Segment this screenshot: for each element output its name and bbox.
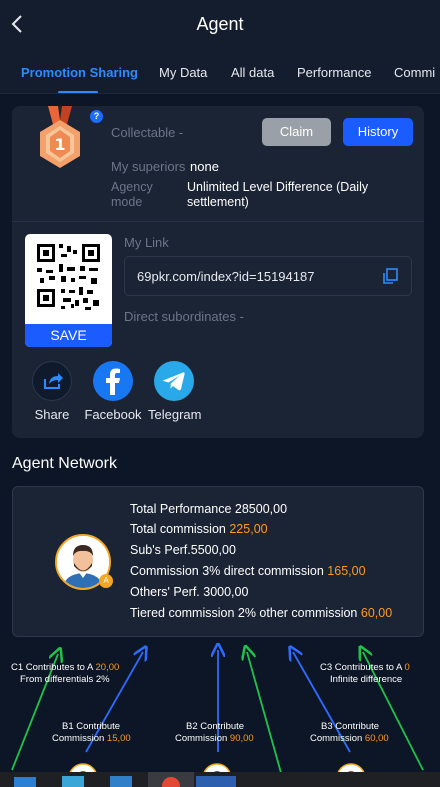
divider [12, 221, 424, 222]
direct-commission-value: 165,00 [327, 564, 366, 578]
history-button[interactable]: History [343, 118, 413, 146]
active-tab-indicator [58, 91, 98, 93]
agency-mode-value-2: settlement) [187, 195, 249, 209]
superiors-label: My superiors [111, 159, 186, 174]
taskbar-icons [14, 772, 236, 787]
b3-contribution-line1: B3 Contribute [321, 721, 380, 732]
direct-subordinates-label: Direct subordinates - [124, 309, 244, 324]
telegram-label: Telegram [148, 407, 202, 422]
qr-code-icon [37, 244, 100, 310]
share-icon [32, 361, 72, 401]
help-icon[interactable]: ? [90, 110, 103, 123]
save-qr-button[interactable]: SAVE [25, 324, 112, 347]
c1-contribution-line1: C1 Contributes to A 20,00 [11, 662, 120, 673]
total-commission: Total commission 225,00 [130, 522, 268, 536]
agent-network-title: Agent Network [12, 455, 117, 472]
tab-performance[interactable]: Performance [297, 65, 371, 80]
total-performance: Total Performance 28500,00 [130, 502, 288, 516]
tiered-commission-value: 60,00 [360, 606, 393, 620]
agency-mode-label-2: mode [111, 195, 143, 209]
avatar-badge: A [99, 574, 113, 588]
facebook-icon [93, 361, 133, 401]
superiors-value: none [190, 159, 219, 174]
qr-code-card: SAVE [25, 234, 112, 347]
copy-icon[interactable] [381, 267, 399, 285]
app-header: Agent [0, 0, 440, 48]
direct-commission: Commission 3% direct commission 165,00 [130, 564, 366, 578]
os-taskbar [0, 772, 440, 787]
facebook-button[interactable]: Facebook [84, 361, 142, 422]
tab-bar: Promotion Sharing My Data All data Perfo… [0, 48, 440, 94]
c3-contribution-line2: Infinite difference [330, 674, 403, 685]
telegram-icon [154, 361, 194, 401]
telegram-button[interactable]: Telegram [148, 361, 202, 422]
b1-contribution-line2: Commission 15,00 [52, 733, 131, 744]
tab-promotion-sharing[interactable]: Promotion Sharing [21, 65, 138, 80]
b1-contribution-line1: B1 Contribute [62, 721, 121, 732]
others-performance: Others' Perf. 3000,00 [130, 585, 249, 599]
b3-contribution-line2: Commission 60,00 [310, 733, 389, 744]
promotion-card: 1 ? Collectable - Claim History My super… [12, 106, 424, 438]
rank-level: 1 [54, 135, 65, 154]
b2-contribution-line2: Commission 90,00 [175, 733, 254, 744]
page-title: Agent [196, 14, 244, 34]
tab-all-data[interactable]: All data [231, 65, 274, 80]
share-button[interactable]: Share [32, 361, 72, 422]
c1-contribution-line2: From differentials 2% [20, 674, 110, 685]
c3-contribution-line1: C3 Contributes to A 0 [320, 662, 410, 673]
tiered-commission: Tiered commission 2% other commission 60… [130, 606, 393, 620]
link-url: 69pkr.com/index?id=15194187 [137, 269, 315, 284]
claim-button[interactable]: Claim [262, 118, 331, 146]
agency-mode-value-1: Unlimited Level Difference (Daily [187, 180, 369, 194]
total-commission-value: 225,00 [229, 522, 268, 536]
collectable-label: Collectable - [111, 125, 184, 140]
arrow-c2 [247, 652, 286, 787]
network-diagram: C1 Contributes to A 20,00 From different… [0, 640, 440, 787]
facebook-label: Facebook [84, 407, 142, 422]
tab-commission[interactable]: Commi [394, 65, 435, 80]
agent-network-card: A Total Performance 28500,00 Total commi… [12, 486, 424, 637]
rank-medal-icon: 1 [40, 106, 80, 168]
link-field[interactable]: 69pkr.com/index?id=15194187 [124, 256, 412, 296]
agency-mode-label-1: Agency [111, 180, 153, 194]
tab-my-data[interactable]: My Data [159, 65, 207, 80]
b2-contribution-line1: B2 Contribute [186, 721, 245, 732]
my-link-label: My Link [124, 235, 169, 250]
share-label: Share [34, 407, 70, 422]
subs-performance: Sub's Perf.5500,00 [130, 543, 236, 557]
